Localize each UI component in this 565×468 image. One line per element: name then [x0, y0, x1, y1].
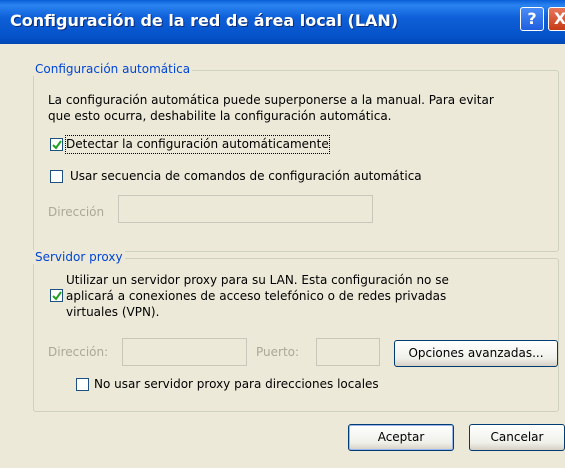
- use-proxy-label-line1: Utilizar un servidor proxy para su LAN. …: [66, 273, 449, 287]
- close-button[interactable]: X: [548, 7, 565, 31]
- proxy-address-field: [122, 338, 247, 366]
- help-icon: ?: [527, 9, 537, 28]
- auto-address-field: [118, 195, 373, 223]
- auto-config-legend: Configuración automática: [33, 62, 193, 76]
- auto-config-description-line1: La configuración automática puede superp…: [48, 93, 494, 107]
- title-bar: Configuración de la red de área local (L…: [0, 0, 565, 44]
- close-icon: X: [553, 9, 565, 28]
- window-title: Configuración de la red de área local (L…: [10, 11, 399, 30]
- help-button[interactable]: ?: [520, 7, 544, 31]
- auto-script-label[interactable]: Usar secuencia de comandos de configurac…: [70, 168, 422, 185]
- use-proxy-label-line2: aplicará a conexiones de acceso telefóni…: [66, 289, 447, 303]
- detect-auto-label[interactable]: Detectar la configuración automáticament…: [65, 135, 330, 154]
- proxy-port-label: Puerto:: [256, 345, 300, 359]
- use-proxy-label-line3: virtuales (VPN).: [66, 305, 160, 319]
- proxy-port-field: [316, 338, 380, 366]
- detect-auto-checkbox[interactable]: [50, 138, 63, 151]
- use-proxy-checkbox[interactable]: [50, 289, 63, 302]
- auto-config-description-line2: que esto ocurra, deshabilite la configur…: [48, 109, 392, 123]
- bypass-local-label[interactable]: No usar servidor proxy para direcciones …: [94, 376, 379, 393]
- proxy-address-label: Dirección:: [48, 345, 109, 359]
- bypass-local-checkbox[interactable]: [76, 378, 89, 391]
- proxy-legend: Servidor proxy: [33, 250, 125, 264]
- checkmark-icon: [52, 140, 62, 150]
- advanced-options-button[interactable]: Opciones avanzadas...: [394, 340, 558, 367]
- checkmark-icon: [52, 291, 62, 301]
- auto-address-label: Dirección: [48, 205, 105, 219]
- dialog-body: Configuración automática La configuració…: [0, 44, 565, 468]
- cancel-button[interactable]: Cancelar: [469, 424, 565, 451]
- auto-script-checkbox[interactable]: [50, 170, 63, 183]
- ok-button[interactable]: Aceptar: [348, 424, 454, 451]
